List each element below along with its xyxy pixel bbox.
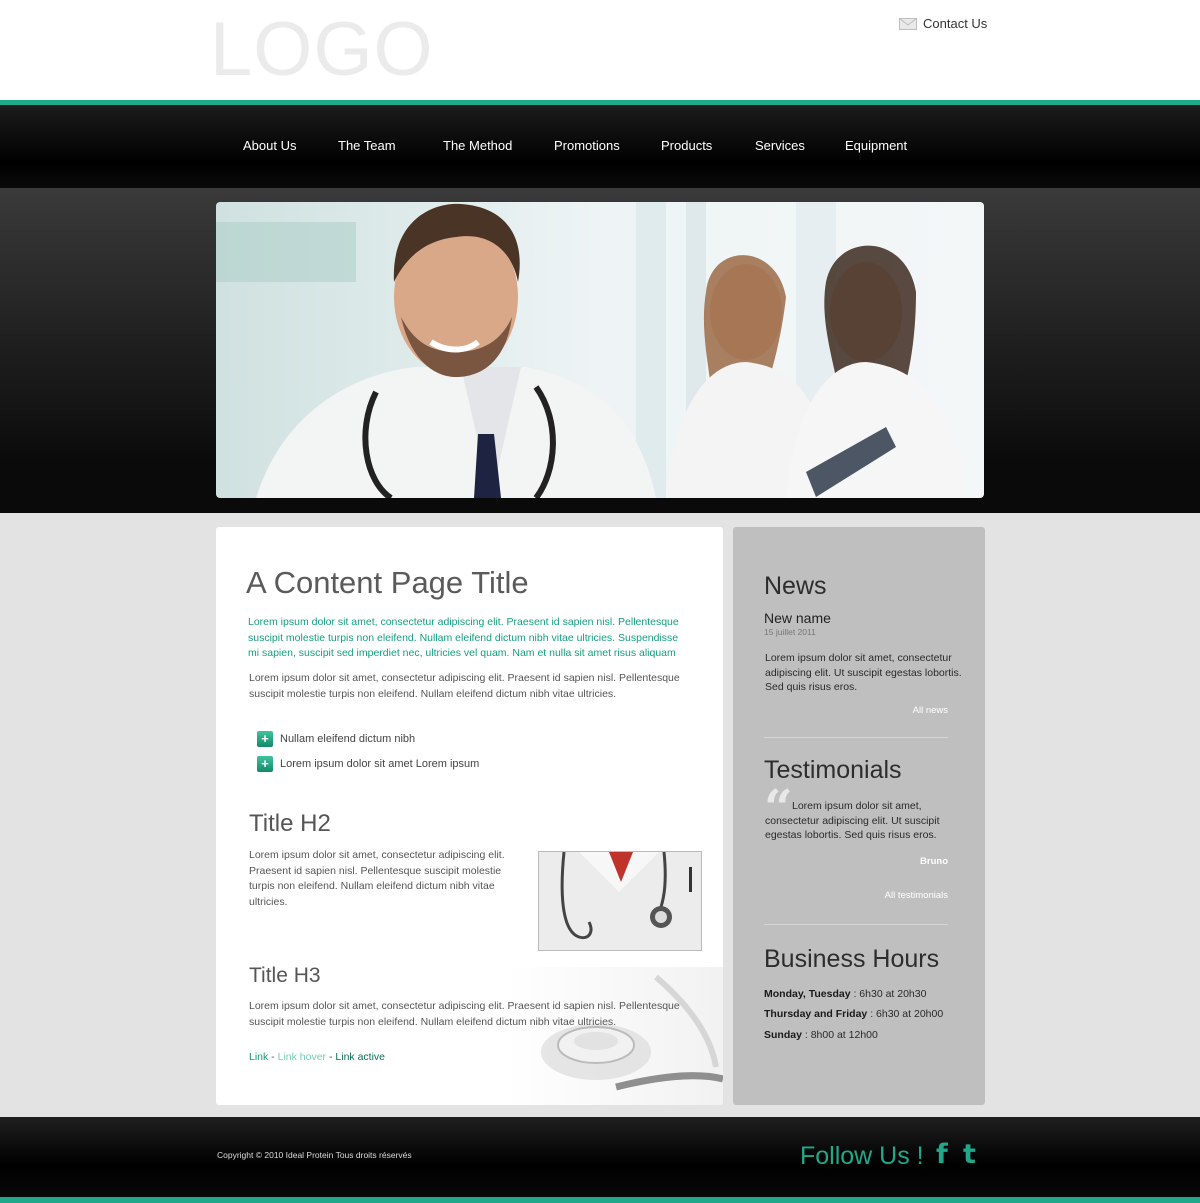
- link-separator: -: [326, 1051, 336, 1063]
- h3-paragraph: Lorem ipsum dolor sit amet, consectetur …: [249, 1000, 680, 1028]
- testimonial-text: Lorem ipsum dolor sit amet, consectetur …: [765, 800, 940, 841]
- h2-paragraph: Lorem ipsum dolor sit amet, consectetur …: [249, 849, 505, 908]
- page-title: A Content Page Title: [246, 565, 529, 600]
- link-states: Link - Link hover - Link active: [249, 1051, 385, 1063]
- nav-products[interactable]: Products: [661, 138, 712, 153]
- news-heading: News: [764, 572, 827, 600]
- footer: Copyright © 2010 Ideal Protein Tous droi…: [0, 1117, 1200, 1197]
- link-hover[interactable]: Link hover: [278, 1051, 326, 1063]
- divider: [764, 737, 948, 738]
- copyright-text: Copyright © 2010 Ideal Protein Tous droi…: [217, 1150, 412, 1160]
- nav-the-method[interactable]: The Method: [443, 138, 512, 153]
- divider: [764, 924, 948, 925]
- stethoscope-coat-image: [538, 851, 702, 951]
- contact-label: Contact Us: [923, 16, 988, 31]
- list-item: + Lorem ipsum dolor sit amet Lorem ipsum: [257, 756, 479, 772]
- hours-row: Thursday and Friday : 6h30 at 20h00: [764, 1008, 943, 1020]
- list-item-label: Lorem ipsum dolor sit amet Lorem ipsum: [280, 758, 480, 770]
- sidebar: News New name 15 juillet 2011 Lorem ipsu…: [733, 527, 985, 1105]
- link-separator: -: [268, 1051, 278, 1063]
- logo[interactable]: LOGO: [210, 6, 434, 93]
- lead-paragraph: Lorem ipsum dolor sit amet, consectetur …: [248, 616, 679, 659]
- footer-accent-line: [0, 1197, 1200, 1203]
- contact-link[interactable]: Contact Us: [899, 16, 987, 31]
- link-normal[interactable]: Link: [249, 1051, 268, 1063]
- hours-row: Sunday : 8h00 at 12h00: [764, 1029, 878, 1041]
- header: LOGO Contact Us: [0, 0, 1200, 100]
- link-active[interactable]: Link active: [335, 1051, 385, 1063]
- hours-days: Monday, Tuesday: [764, 988, 851, 1000]
- nav-equipment[interactable]: Equipment: [845, 138, 907, 153]
- facebook-icon[interactable]: f: [936, 1141, 948, 1168]
- list-item-label: Nullam eleifend dictum nibh: [280, 733, 416, 745]
- intro-paragraph: Lorem ipsum dolor sit amet, consectetur …: [249, 672, 680, 700]
- hours-row: Monday, Tuesday : 6h30 at 20h30: [764, 988, 926, 1000]
- news-item-title[interactable]: New name: [764, 610, 831, 626]
- all-testimonials-link[interactable]: All testimonials: [885, 890, 948, 901]
- main-nav: About Us The Team The Method Promotions …: [0, 105, 1200, 188]
- plus-icon: +: [257, 756, 273, 772]
- stethoscope-decoration: [506, 967, 723, 1105]
- heading-h2: Title H2: [249, 810, 331, 837]
- testimonial-author: Bruno: [920, 856, 948, 867]
- mail-icon: [899, 17, 917, 30]
- hero-image: [216, 202, 984, 498]
- news-item-text: Lorem ipsum dolor sit amet, consectetur …: [765, 652, 962, 693]
- news-item-date: 15 juillet 2011: [764, 627, 816, 637]
- nav-the-team[interactable]: The Team: [338, 138, 396, 153]
- nav-about-us[interactable]: About Us: [243, 138, 296, 153]
- content-panel: A Content Page Title Lorem ipsum dolor s…: [216, 527, 723, 1105]
- nav-services[interactable]: Services: [755, 138, 805, 153]
- plus-icon: +: [257, 731, 273, 747]
- business-hours-heading: Business Hours: [764, 945, 940, 973]
- hours-days: Thursday and Friday: [764, 1008, 868, 1020]
- hours-days: Sunday: [764, 1029, 802, 1041]
- hours-time: : 6h30 at 20h30: [850, 988, 927, 1000]
- hours-time: : 6h30 at 20h00: [867, 1008, 944, 1020]
- list-item: + Nullam eleifend dictum nibh: [257, 731, 415, 747]
- twitter-icon[interactable]: t: [963, 1141, 976, 1168]
- nav-promotions[interactable]: Promotions: [554, 138, 620, 153]
- follow-us-label: Follow Us !: [800, 1142, 924, 1170]
- hours-time: : 8h00 at 12h00: [801, 1029, 878, 1041]
- all-news-link[interactable]: All news: [913, 705, 948, 716]
- heading-h3: Title H3: [249, 964, 321, 987]
